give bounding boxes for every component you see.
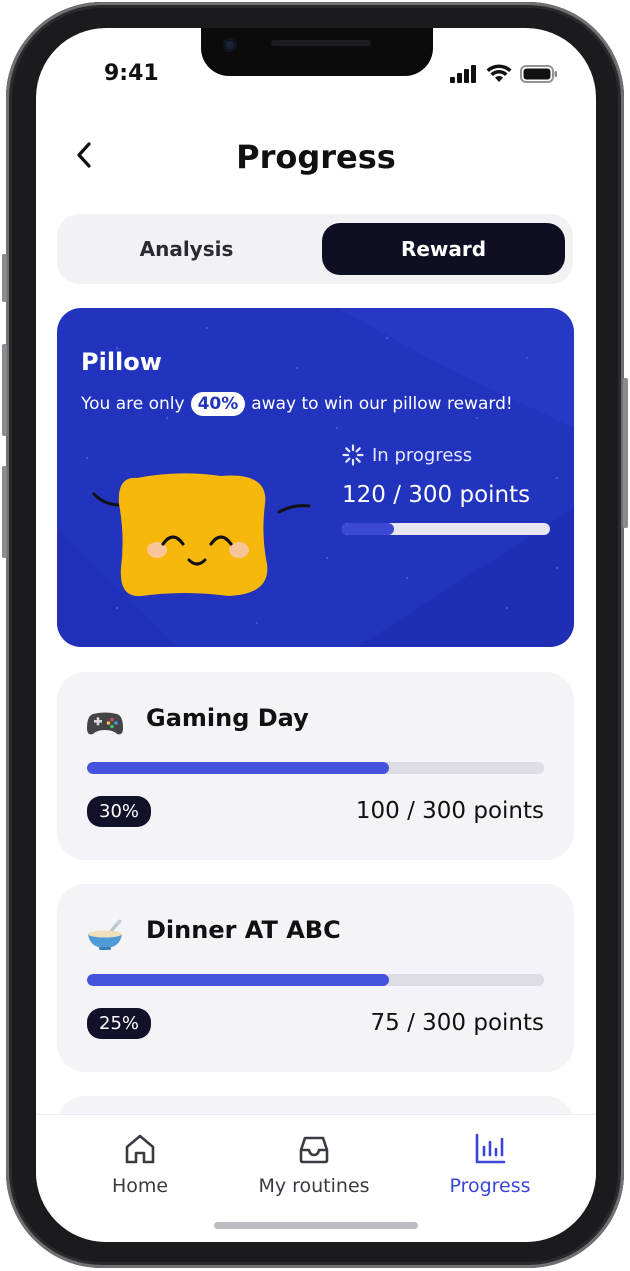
spinner-icon	[342, 444, 364, 466]
challenge-progress-bar	[87, 762, 544, 774]
nav-item-home[interactable]: Home	[50, 1131, 230, 1197]
challenge-card-gaming[interactable]: Gaming Day 30% 100 / 300 points	[57, 672, 574, 860]
challenge-points: 100 / 300 points	[355, 798, 544, 824]
volume-up-button	[2, 344, 7, 436]
pillow-mascot-icon	[92, 473, 311, 597]
challenge-percent-badge: 25%	[87, 1008, 152, 1039]
challenge-title: Dinner AT ABC	[146, 916, 341, 944]
reward-card[interactable]: Pillow You are only 40% away to win our …	[57, 308, 574, 647]
speaker	[271, 40, 371, 46]
challenge-progress-bar	[87, 974, 544, 986]
challenge-card-dinner[interactable]: Dinner AT ABC 25% 75 / 300 points	[57, 884, 574, 1072]
home-indicator	[214, 1222, 418, 1229]
reward-desc-suffix: away to win our pillow reward!	[251, 394, 513, 414]
challenge-progress-fill	[87, 974, 389, 986]
reward-desc-prefix: You are only	[81, 394, 185, 414]
nav-item-progress[interactable]: Progress	[400, 1131, 580, 1197]
reward-title: Pillow	[81, 348, 162, 376]
tab-analysis[interactable]: Analysis	[65, 223, 308, 275]
nav-label-progress: Progress	[449, 1175, 531, 1197]
reward-progress-bar	[342, 523, 550, 535]
mute-switch	[2, 254, 7, 302]
segmented-control: Analysis Reward	[57, 214, 573, 284]
reward-description: You are only 40% away to win our pillow …	[81, 392, 513, 416]
nav-label-my-routines: My routines	[258, 1175, 370, 1197]
battery-icon	[520, 64, 557, 83]
reward-percent-badge: 40%	[190, 392, 246, 416]
reward-status: In progress	[342, 444, 472, 466]
volume-down-button	[2, 466, 7, 558]
bowl-icon	[88, 919, 122, 950]
inbox-icon	[299, 1136, 329, 1164]
challenge-percent-badge: 30%	[87, 796, 152, 827]
screen: 9:41 Progress Analysis Reward Pillow You…	[36, 28, 596, 1242]
status-time: 9:41	[104, 61, 159, 86]
nav-item-my-routines[interactable]: My routines	[224, 1131, 404, 1197]
camera	[223, 38, 237, 52]
tab-reward[interactable]: Reward	[322, 223, 565, 275]
page-title: Progress	[236, 138, 396, 176]
reward-status-label: In progress	[372, 444, 473, 466]
reward-progress-fill	[342, 523, 394, 535]
signal-icon	[450, 64, 476, 83]
notch	[201, 28, 433, 76]
chart-icon	[475, 1133, 506, 1164]
reward-points: 120 / 300 points	[342, 482, 531, 508]
challenge-title: Gaming Day	[146, 704, 309, 732]
gamepad-icon	[87, 712, 123, 735]
nav-label-home: Home	[111, 1175, 169, 1197]
wifi-icon	[486, 64, 512, 82]
status-icons	[450, 64, 558, 83]
power-button	[623, 378, 628, 528]
challenge-progress-fill	[87, 762, 389, 774]
challenge-points: 75 / 300 points	[370, 1010, 545, 1036]
home-icon	[125, 1134, 155, 1164]
